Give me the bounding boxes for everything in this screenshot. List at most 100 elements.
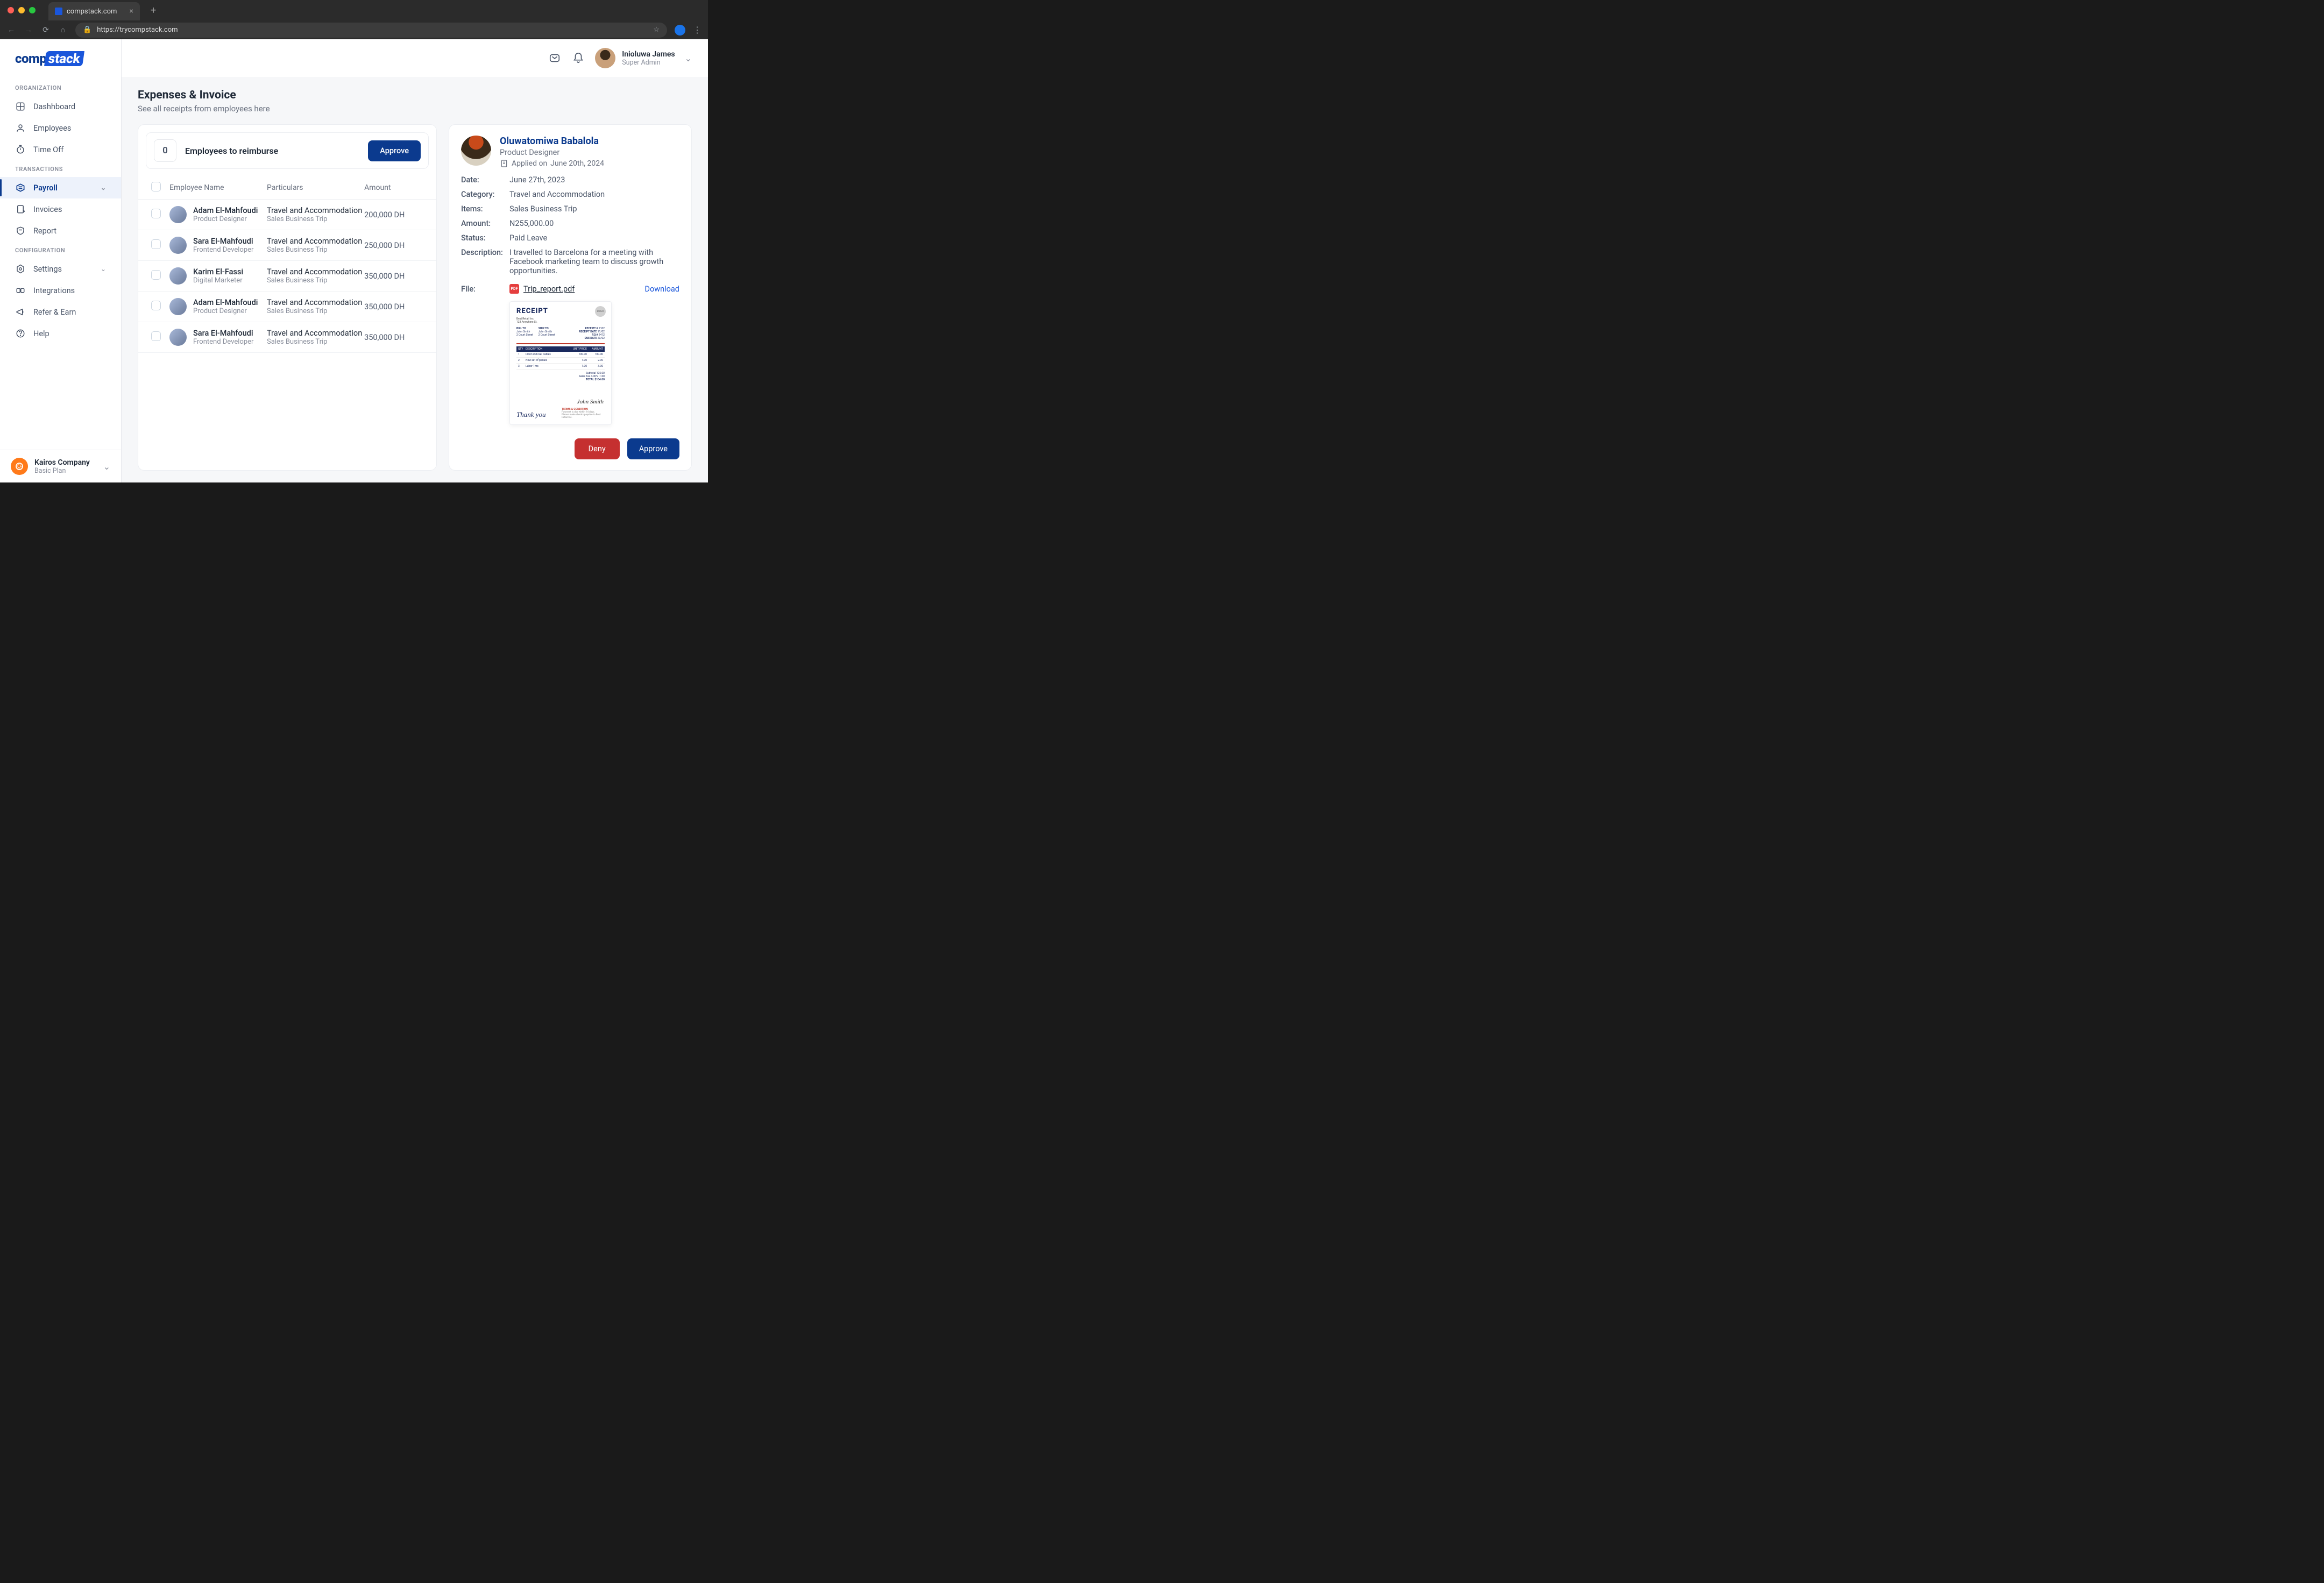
employee-role: Product Designer (500, 148, 604, 157)
section-label-organization: ORGANIZATION (0, 84, 121, 96)
file-link[interactable]: Trip_report.pdf (523, 285, 575, 294)
user-role: Super Admin (622, 59, 675, 67)
user-menu[interactable]: Inioluwa James Super Admin ⌄ (595, 48, 692, 68)
tab-close-button[interactable]: × (130, 7, 133, 16)
employee-role: Frontend Developer (193, 338, 253, 346)
receipt-signature: John Smith (577, 399, 604, 405)
company-switcher[interactable]: Kairos Company Basic Plan ⌄ (0, 450, 121, 482)
label-status: Status: (461, 233, 509, 243)
download-link[interactable]: Download (644, 285, 679, 294)
row-checkbox[interactable] (151, 209, 161, 218)
browser-address-bar: ← → ⟳ ⌂ 🔒 https://trycompstack.com ☆ ⋮ (0, 20, 708, 39)
employee-avatar (169, 267, 187, 285)
back-button[interactable]: ← (6, 25, 16, 34)
bookmark-star-icon[interactable]: ☆ (653, 26, 660, 34)
window-close-button[interactable] (8, 7, 14, 13)
sidebar-item-payroll[interactable]: Payroll ⌄ (0, 177, 121, 198)
sidebar-item-help[interactable]: Help (0, 323, 121, 344)
reload-button[interactable]: ⟳ (41, 26, 51, 34)
gear-icon (15, 264, 26, 274)
sidebar-item-report[interactable]: Report (0, 220, 121, 242)
employee-role: Frontend Developer (193, 246, 253, 254)
sidebar-item-settings[interactable]: Settings ⌄ (0, 258, 121, 280)
integrations-icon (15, 285, 26, 296)
expenses-list-panel: 0 Employees to reimburse Approve Employe… (138, 124, 437, 471)
row-checkbox[interactable] (151, 270, 161, 280)
url-field[interactable]: 🔒 https://trycompstack.com ☆ (75, 23, 667, 38)
label-date: Date: (461, 175, 509, 184)
browser-tab[interactable]: compstack.com × (48, 2, 140, 20)
receipt-preview[interactable]: RECEIPT LOGO Best Retail Inc.123 Anywher… (509, 301, 612, 425)
new-tab-button[interactable]: + (151, 5, 156, 16)
inbox-button[interactable] (548, 51, 562, 65)
sidebar-item-invoices[interactable]: Invoices (0, 198, 121, 220)
notifications-button[interactable] (571, 51, 585, 65)
employee-name: Adam El-Mahfoudi (193, 206, 258, 215)
sidebar-item-dashboard[interactable]: Dashhboard (0, 96, 121, 117)
approve-selected-button[interactable]: Approve (368, 140, 421, 161)
table-row[interactable]: Adam El-MahfoudiProduct DesignerTravel a… (138, 292, 436, 322)
company-plan: Basic Plan (34, 467, 90, 475)
person-icon (15, 123, 26, 133)
logo[interactable]: compstack (0, 39, 121, 79)
particular-main: Travel and Accommodation (267, 329, 364, 338)
deny-button[interactable]: Deny (575, 438, 620, 459)
particular-sub: Sales Business Trip (267, 276, 364, 285)
window-maximize-button[interactable] (29, 7, 36, 13)
sidebar-item-label: Time Off (33, 145, 63, 154)
employee-role: Product Designer (193, 307, 258, 315)
grid-icon (15, 101, 26, 112)
applied-date: June 20th, 2024 (550, 159, 604, 168)
sidebar-item-refer[interactable]: Refer & Earn (0, 301, 121, 323)
table-row[interactable]: Sara El-MahfoudiFrontend Developer Travel… (138, 322, 436, 353)
forward-button[interactable]: → (24, 25, 33, 34)
user-name: Inioluwa James (622, 50, 675, 59)
row-checkbox[interactable] (151, 301, 161, 310)
value-category: Travel and Accommodation (509, 190, 679, 199)
sidebar-item-label: Integrations (33, 286, 75, 295)
company-name: Kairos Company (34, 458, 90, 467)
particular-sub: Sales Business Trip (267, 338, 364, 346)
receipt-terms-header: TERMS & CONDITION (562, 408, 605, 411)
section-label-configuration: CONFIGURATION (0, 247, 121, 258)
receipt-title: RECEIPT (516, 307, 605, 315)
browser-menu-button[interactable]: ⋮ (693, 25, 702, 35)
shield-icon (15, 225, 26, 236)
browser-profile-button[interactable] (675, 25, 685, 36)
main-area: Inioluwa James Super Admin ⌄ Expenses & … (122, 39, 708, 482)
table-row[interactable]: Sara El-MahfoudiFrontend DeveloperTravel… (138, 230, 436, 261)
table-row[interactable]: Adam El-MahfoudiProduct DesignerTravel a… (138, 200, 436, 230)
approve-button[interactable]: Approve (627, 438, 679, 459)
select-all-checkbox[interactable] (151, 182, 161, 191)
megaphone-icon (15, 307, 26, 317)
window-minimize-button[interactable] (18, 7, 25, 13)
sidebar: compstack ORGANIZATION Dashhboard Employ… (0, 39, 122, 482)
sidebar-item-integrations[interactable]: Integrations (0, 280, 121, 301)
chevron-down-icon: ⌄ (101, 265, 106, 273)
label-amount: Amount: (461, 219, 509, 228)
employee-name: Sara El-Mahfoudi (193, 237, 253, 246)
help-icon (15, 328, 26, 339)
employee-avatar (169, 329, 187, 346)
table-row[interactable]: Karim El-FassiDigital MarketerTravel and… (138, 261, 436, 292)
amount: 200,000 DH (364, 210, 423, 219)
row-checkbox[interactable] (151, 331, 161, 341)
stopwatch-icon (15, 144, 26, 155)
amount: 350,000 DH (364, 302, 423, 311)
home-button[interactable]: ⌂ (58, 25, 68, 34)
value-items: Sales Business Trip (509, 204, 679, 214)
sidebar-item-employees[interactable]: Employees (0, 117, 121, 139)
file-row: File: PDF Trip_report.pdf Download (461, 284, 679, 294)
document-icon (500, 159, 508, 168)
label-items: Items: (461, 204, 509, 214)
table-body: Adam El-Mahfoudi Product Designer Travel a… (138, 200, 436, 353)
ticket-icon (15, 182, 26, 193)
sidebar-item-label: Invoices (33, 205, 62, 214)
sidebar-item-label: Refer & Earn (33, 308, 76, 317)
row-checkbox[interactable] (151, 239, 161, 249)
column-header-amount: Amount (364, 183, 423, 192)
receipt-total: $104.00 (594, 378, 605, 381)
employee-name: Sara El-Mahfoudi (193, 329, 253, 338)
sidebar-item-timeoff[interactable]: Time Off (0, 139, 121, 160)
employee-name: Oluwatomiwa Babalola (500, 136, 604, 147)
